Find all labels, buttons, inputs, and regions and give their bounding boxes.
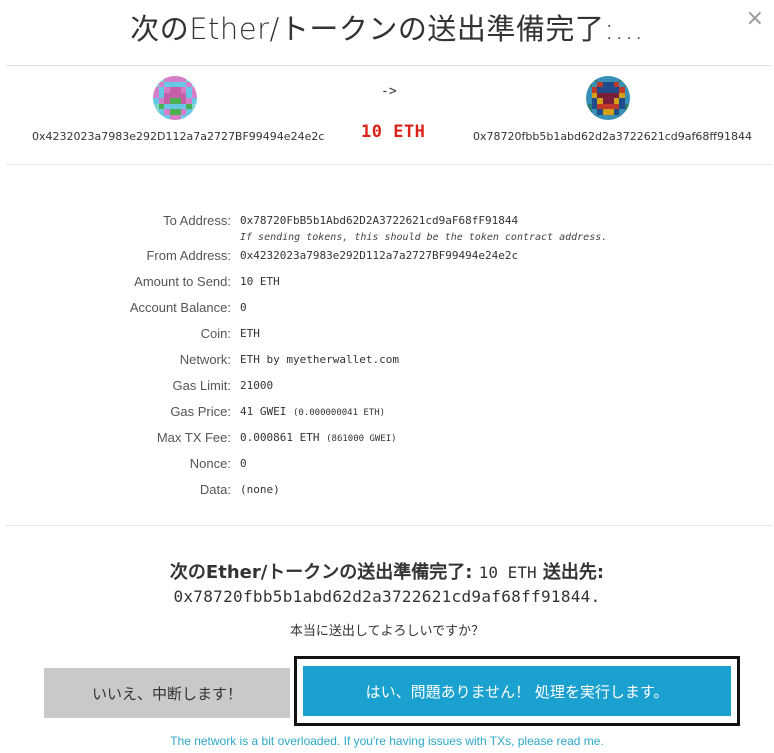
detail-value: ETH by myetherwallet.com	[240, 353, 399, 366]
detail-value: ETH	[240, 327, 260, 340]
detail-row-amount: Amount to Send: 10 ETH	[0, 274, 774, 294]
network-notice-link[interactable]: The network is a bit overloaded. If you'…	[0, 734, 774, 748]
detail-label: Max TX Fee:	[156, 430, 231, 445]
detail-row-nonce: Nonce: 0	[0, 456, 774, 476]
detail-label: Gas Limit:	[172, 378, 231, 393]
gas-price-main: 41 GWEI	[240, 405, 287, 418]
detail-label: Gas Price:	[170, 404, 231, 419]
detail-value: 10 ETH	[240, 275, 280, 288]
from-address-summary: 0x4232023a7983e292D112a7a2727BF99494e24e…	[32, 130, 325, 143]
detail-row-network: Network: ETH by myetherwallet.com	[0, 352, 774, 372]
detail-row-to-address: To Address: 0x78720FbB5b1Abd62D2A3722621…	[0, 213, 774, 243]
arrow-icon: ->	[381, 84, 397, 99]
detail-value: 0.000861 ETH (861000 GWEI)	[240, 431, 397, 444]
detail-label: Coin:	[200, 326, 231, 341]
detail-label: Network:	[179, 352, 231, 367]
confirm-question: 本当に送出してよろしいですか？	[289, 624, 485, 639]
confirm-address: 0x78720fbb5b1abd62d2a3722621cd9af68ff918…	[173, 587, 601, 606]
detail-hint: If sending tokens, this should be the to…	[240, 232, 608, 243]
detail-value: (none)	[240, 483, 280, 496]
detail-value: 21000	[240, 379, 274, 392]
confirm-amount: 10 ETH	[478, 563, 537, 582]
detail-label: Amount to Send:	[134, 274, 231, 289]
cancel-button[interactable]: いいえ、中断します！	[44, 668, 290, 718]
close-icon[interactable]: ×	[746, 6, 764, 31]
detail-label: Account Balance:	[129, 300, 231, 315]
detail-value: 0	[240, 301, 247, 314]
from-identicon	[153, 76, 197, 120]
detail-row-gas-limit: Gas Limit: 21000	[0, 378, 774, 398]
detail-label: From Address:	[146, 248, 231, 263]
detail-row-balance: Account Balance: 0	[0, 300, 774, 320]
confirm-heading: 次のEther/トークンの送出準備完了: 10 ETH 送出先:	[0, 558, 774, 584]
detail-row-data: Data: (none)	[0, 482, 774, 502]
to-address-summary: 0x78720fbb5b1abd62d2a3722621cd9af68ff918…	[473, 130, 752, 143]
detail-value: 41 GWEI (0.000000041 ETH)	[240, 405, 385, 418]
detail-value: 0x78720FbB5b1Abd62D2A3722621cd9aF68fF918…	[240, 214, 519, 227]
max-fee-main: 0.000861 ETH	[240, 431, 320, 444]
detail-label: Nonce:	[189, 456, 231, 471]
detail-row-coin: Coin: ETH	[0, 326, 774, 346]
detail-label: Data:	[199, 482, 231, 497]
confirm-lead: 次のEther/トークンの送出準備完了:	[169, 562, 473, 583]
modal-title: 次のEther/トークンの送出準備完了:...	[130, 12, 644, 46]
confirm-to-label: 送出先:	[542, 562, 605, 583]
to-identicon	[586, 76, 630, 120]
detail-row-gas-price: Gas Price: 41 GWEI (0.000000041 ETH)	[0, 404, 774, 424]
divider	[6, 525, 772, 526]
gas-price-sub: (0.000000041 ETH)	[292, 408, 386, 418]
divider	[6, 164, 772, 165]
confirm-button-highlight: はい、問題ありません！ 処理を実行します。	[294, 656, 740, 726]
detail-value: 0x4232023a7983e292D112a7a2727BF99494e24e…	[240, 249, 519, 262]
confirm-send-button[interactable]: はい、問題ありません！ 処理を実行します。	[303, 666, 731, 716]
detail-label: To Address:	[163, 213, 231, 228]
detail-row-from-address: From Address: 0x4232023a7983e292D112a7a2…	[0, 248, 774, 268]
detail-row-max-fee: Max TX Fee: 0.000861 ETH (861000 GWEI)	[0, 430, 774, 450]
send-amount: 10 ETH	[361, 122, 426, 142]
max-fee-sub: (861000 GWEI)	[326, 434, 397, 444]
detail-value: 0	[240, 457, 247, 470]
divider	[6, 65, 772, 66]
